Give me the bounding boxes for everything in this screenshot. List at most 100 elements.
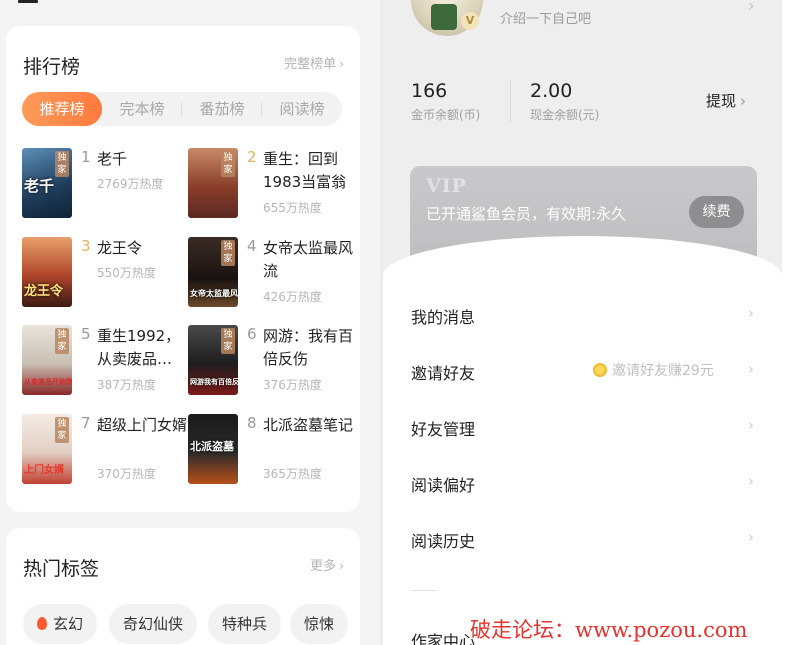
book-item-7[interactable]: 独家 上门女婿 7 超级上门女婿 370万热度 — [12, 414, 187, 488]
ranking-tabs: 推荐榜 完本榜 番茄榜 阅读榜 — [22, 92, 342, 126]
tab-completed-label: 完本榜 — [119, 100, 165, 118]
book-title: 重生1992，从卖废品… — [97, 327, 181, 368]
chevron-right-icon: › — [740, 92, 747, 110]
cash-balance-value: 2.00 — [530, 80, 573, 102]
rank-number: 1 — [81, 148, 91, 166]
tag-tezhongbing[interactable]: 特种兵 — [208, 604, 282, 644]
tag-label: 玄幻 — [53, 615, 84, 633]
exclusive-badge: 独家 — [221, 151, 235, 177]
book-title: 超级上门女婿 — [97, 416, 188, 434]
rank-number: 6 — [247, 325, 257, 343]
tab-fanqie[interactable]: 番茄榜 — [182, 92, 262, 126]
book-cover: 独家 网游我有百倍反伤 — [188, 325, 238, 395]
tab-fanqie-label: 番茄榜 — [199, 100, 245, 118]
invite-reward-hint[interactable]: 邀请好友赚29元 — [593, 360, 714, 380]
chevron-right-icon: › — [339, 57, 344, 71]
rank-number: 8 — [247, 414, 257, 432]
exclusive-badge: 独家 — [55, 328, 69, 354]
book-title: 北派盗墓笔记 — [263, 416, 354, 434]
book-item-4[interactable]: 独家 女帝太监最风流 4 女帝太监最风流 426万热度 — [178, 237, 353, 311]
chevron-right-icon[interactable]: › — [748, 528, 754, 546]
menu-item-reading-preference[interactable]: 阅读偏好 — [411, 472, 475, 496]
invite-reward-text: 邀请好友赚29元 — [612, 363, 714, 379]
book-heat: 550万热度 — [97, 266, 156, 280]
tag-qihuan-xianxia[interactable]: 奇幻仙侠 — [109, 604, 198, 644]
book-item-6[interactable]: 独家 网游我有百倍反伤 6 网游：我有百倍反伤 376万热度 — [178, 325, 353, 399]
exclusive-badge: 独家 — [55, 417, 69, 443]
chevron-right-icon[interactable]: › — [748, 0, 754, 15]
menu-icon[interactable] — [18, 0, 38, 3]
verified-badge: V — [461, 12, 479, 30]
stats-divider — [510, 80, 511, 122]
book-heat: 387万热度 — [97, 378, 156, 392]
fire-icon — [37, 617, 47, 630]
more-tags-label: 更多 — [310, 559, 337, 574]
ranking-card: 排行榜 完整榜单 › 推荐榜 完本榜 番茄榜 阅读榜 独家 老千 1 老千 276… — [6, 26, 360, 512]
right-edge — [782, 0, 791, 645]
cover-title: 龙王令 — [24, 284, 64, 299]
coin-icon — [593, 363, 607, 377]
avatar-figure — [431, 4, 457, 30]
cover-title: 北派盗墓 — [190, 440, 234, 453]
rank-number: 4 — [247, 237, 257, 255]
menu-item-invite[interactable]: 邀请好友 — [411, 360, 475, 384]
tab-recommend[interactable]: 推荐榜 — [22, 92, 102, 126]
menu-sheet — [383, 236, 782, 645]
book-heat: 655万热度 — [263, 201, 322, 215]
book-cover: 独家 上门女婿 — [22, 414, 72, 484]
menu-item-friends[interactable]: 好友管理 — [411, 416, 475, 440]
tag-xuanhuan[interactable]: 玄幻 — [23, 604, 98, 644]
menu-item-reading-history[interactable]: 阅读历史 — [411, 528, 475, 552]
book-heat: 426万热度 — [263, 290, 322, 304]
book-heat: 376万热度 — [263, 378, 322, 392]
withdraw-button[interactable]: 提现 › — [706, 90, 746, 111]
coin-balance-value: 166 — [411, 80, 448, 102]
book-title: 老千 — [97, 150, 128, 168]
cover-title: 上门女婿 — [24, 465, 64, 476]
book-item-3[interactable]: 龙王令 3 龙王令 550万热度 — [12, 237, 182, 311]
rank-number: 3 — [81, 237, 91, 255]
chevron-right-icon[interactable]: › — [748, 472, 754, 490]
rank-number: 2 — [247, 148, 257, 166]
book-title: 网游：我有百倍反伤 — [263, 327, 354, 368]
profile-intro[interactable]: 介绍一下自己吧 — [500, 8, 591, 27]
book-cover: 独家 女帝太监最风流 — [188, 237, 238, 307]
chevron-right-icon: › — [339, 559, 344, 573]
menu-item-author-center[interactable]: 作家中心 — [411, 628, 475, 645]
cover-title: 网游我有百倍反伤 — [190, 378, 238, 386]
rank-number: 7 — [81, 414, 91, 432]
renew-button[interactable]: 续费 — [689, 196, 744, 228]
book-title: 龙王令 — [97, 239, 143, 257]
book-cover: 龙王令 — [22, 237, 72, 307]
book-title: 女帝太监最风流 — [263, 239, 354, 280]
full-ranking-label: 完整榜单 — [284, 57, 337, 72]
book-cover: 独家 从卖废品开始致富 — [22, 325, 72, 395]
book-cover: 独家 老千 — [22, 148, 72, 218]
book-heat: 370万热度 — [97, 467, 156, 481]
book-item-8[interactable]: 北派盗墓 8 北派盗墓笔记 365万热度 — [178, 414, 353, 488]
tab-completed[interactable]: 完本榜 — [102, 92, 182, 126]
more-tags-link[interactable]: 更多 › — [310, 555, 344, 574]
chevron-right-icon[interactable]: › — [748, 360, 754, 378]
watermark: 破走论坛：www.pozou.com — [470, 618, 748, 642]
cover-title: 老千 — [24, 177, 55, 195]
tag-jingsong[interactable]: 惊悚 — [290, 604, 349, 644]
coin-balance-label: 金币余额(币) — [411, 108, 481, 122]
book-title: 重生：回到1983当富翁 — [263, 150, 347, 191]
book-item-5[interactable]: 独家 从卖废品开始致富 5 重生1992，从卖废品… 387万热度 — [12, 325, 182, 399]
tab-reading[interactable]: 阅读榜 — [262, 92, 342, 126]
ranking-title: 排行榜 — [23, 56, 81, 78]
vip-label: VIP — [426, 175, 467, 197]
book-item-1[interactable]: 独家 老千 1 老千 2769万热度 — [12, 148, 182, 222]
menu-item-messages[interactable]: 我的消息 — [411, 304, 475, 328]
book-item-2[interactable]: 独家 2 重生：回到1983当富翁 655万热度 — [178, 148, 348, 222]
full-ranking-link[interactable]: 完整榜单 › — [284, 53, 344, 72]
cash-balance-label: 现金余额(元) — [530, 108, 600, 122]
chevron-right-icon[interactable]: › — [748, 416, 754, 434]
book-cover: 独家 — [188, 148, 238, 218]
chevron-right-icon[interactable]: › — [748, 304, 754, 322]
menu-divider — [411, 590, 437, 591]
cover-title: 从卖废品开始致富 — [24, 378, 72, 386]
exclusive-badge: 独家 — [221, 240, 235, 266]
withdraw-label: 提现 — [706, 92, 737, 110]
